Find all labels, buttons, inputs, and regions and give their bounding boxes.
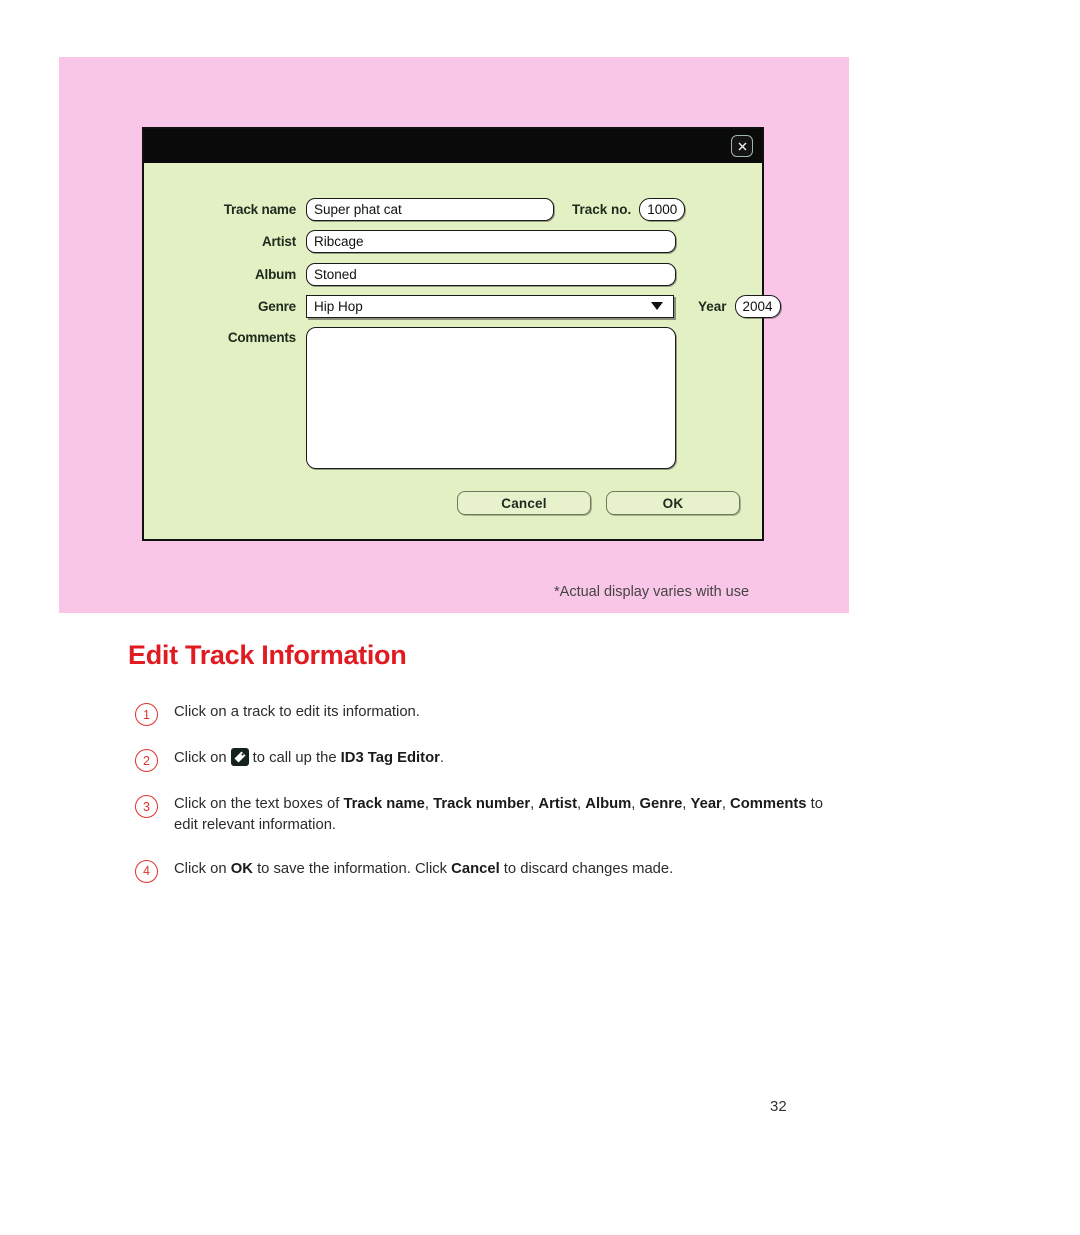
step-number: 4 xyxy=(135,859,158,883)
genre-select[interactable]: Hip Hop xyxy=(306,294,674,318)
step-text: Click on to call up the ID3 Tag Editor. xyxy=(174,748,444,769)
id3-tag-editor-icon[interactable] xyxy=(230,748,249,766)
dialog-titlebar xyxy=(144,129,762,163)
step-1-sentence: Click on a track to edit its information… xyxy=(174,704,420,720)
step-3-field-4: Album xyxy=(585,796,632,812)
step-4-pre: Click on xyxy=(174,860,231,877)
display-disclaimer-caption: *Actual display varies with use xyxy=(554,584,750,600)
step-text: Click on a track to edit its information… xyxy=(174,702,420,723)
year-input[interactable]: 2004 xyxy=(734,294,781,318)
step-2-mid: to call up the xyxy=(252,750,337,766)
step-2-pre: Click on xyxy=(174,750,227,766)
id3-tag-editor-dialog: Track name Super phat cat Track no. 1000… xyxy=(142,127,781,541)
step-number: 3 xyxy=(135,795,158,818)
step-4-ok: OK xyxy=(230,860,253,877)
step-4-cancel: Cancel xyxy=(451,860,500,877)
artist-row: Artist Ribcage xyxy=(200,229,676,253)
comments-label: Comments xyxy=(227,330,296,345)
step-3-field-2: Track number xyxy=(433,796,531,812)
step-2-bold: ID3 Tag Editor xyxy=(340,750,440,766)
instruction-list: 1 Click on a track to edit its informati… xyxy=(135,702,835,905)
page-title: Edit Track Information xyxy=(128,640,407,670)
step-3-field-3: Artist xyxy=(538,796,578,812)
track-no-input[interactable]: 1000 xyxy=(639,197,686,221)
album-row: Album Stoned xyxy=(200,262,676,286)
artist-label: Artist xyxy=(261,233,296,249)
list-item: 3 Click on the text boxes of Track name,… xyxy=(135,794,835,837)
step-3-field-7: Comments xyxy=(730,796,807,812)
step-3-field-5: Genre xyxy=(639,796,683,812)
track-no-label: Track no. xyxy=(572,201,632,217)
step-4-post: to discard changes made. xyxy=(499,860,674,877)
step-text: Click on the text boxes of Track name, T… xyxy=(174,796,823,834)
genre-selected-value: Hip Hop xyxy=(314,298,363,314)
ok-button[interactable]: OK xyxy=(606,491,740,515)
album-label: Album xyxy=(255,266,296,282)
genre-label: Genre xyxy=(257,298,296,314)
comments-textarea[interactable] xyxy=(306,327,676,469)
step-number: 1 xyxy=(135,703,158,726)
year-label: Year xyxy=(698,298,727,314)
track-name-row: Track name Super phat cat Track no. 1000 xyxy=(200,197,686,221)
artist-input[interactable]: Ribcage xyxy=(306,229,676,253)
close-icon[interactable] xyxy=(731,135,753,157)
list-item: 2 Click on to call up the ID3 Tag Editor… xyxy=(135,748,835,772)
step-2-post: . xyxy=(439,750,444,766)
step-3-field-1: Track name xyxy=(343,796,425,812)
genre-row: Genre Hip Hop Year 2004 xyxy=(200,294,781,318)
chevron-down-icon xyxy=(651,302,663,310)
album-input[interactable]: Stoned xyxy=(306,262,676,286)
step-4-mid: to save the information. Click xyxy=(252,860,452,877)
step-number: 2 xyxy=(135,749,158,772)
step-text: Click on OK to save the information. Cli… xyxy=(174,859,673,880)
step-3-pre: Click on the text boxes of xyxy=(174,796,344,812)
track-name-label: Track name xyxy=(223,201,296,217)
list-item: 4 Click on OK to save the information. C… xyxy=(135,859,835,883)
illustration-panel: Track name Super phat cat Track no. 1000… xyxy=(59,57,849,613)
list-item: 1 Click on a track to edit its informati… xyxy=(135,702,835,726)
comments-row: Comments xyxy=(200,327,676,469)
dialog-button-bar: Cancel OK xyxy=(457,491,740,515)
step-3-field-6: Year xyxy=(690,796,722,812)
cancel-button[interactable]: Cancel xyxy=(457,491,591,515)
dialog-body: Track name Super phat cat Track no. 1000… xyxy=(144,163,781,539)
track-name-input[interactable]: Super phat cat xyxy=(306,197,554,221)
page-number: 32 xyxy=(770,1098,787,1115)
